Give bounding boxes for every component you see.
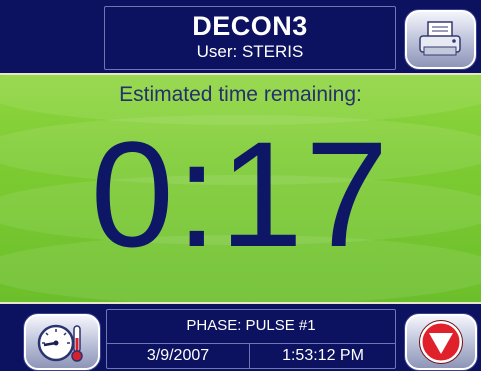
gauge-button[interactable] [24, 314, 100, 370]
print-button[interactable] [405, 10, 476, 69]
date-display: 3/9/2007 [107, 343, 249, 368]
main-status-area: Estimated time remaining: 0:17 [0, 75, 481, 302]
phase-status-box: PHASE: PULSE #1 3/9/2007 1:53:12 PM [106, 309, 396, 369]
time-remaining-value: 0:17 [90, 110, 391, 278]
title-box: DECON3 User: STERIS [104, 6, 396, 70]
down-arrow-icon [419, 320, 463, 364]
gauge-thermometer-icon [37, 324, 83, 362]
scroll-down-button[interactable] [405, 314, 477, 370]
user-label: User: STERIS [196, 42, 304, 61]
clock-display: 1:53:12 PM [249, 343, 396, 368]
footer-bar: PHASE: PULSE #1 3/9/2007 1:53:12 PM [0, 304, 481, 371]
screen: DECON3 User: STERIS Estimated time remai… [0, 0, 481, 371]
header-bar: DECON3 User: STERIS [0, 0, 481, 73]
estimated-time-label: Estimated time remaining: [119, 83, 362, 106]
phase-label: PHASE: PULSE #1 [186, 317, 316, 334]
printer-icon [419, 21, 461, 56]
cycle-title: DECON3 [192, 11, 308, 41]
